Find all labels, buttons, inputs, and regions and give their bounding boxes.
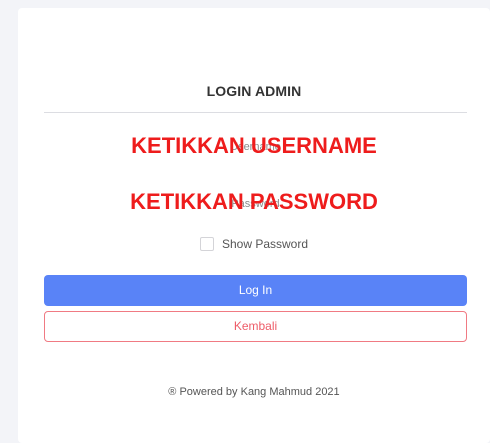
password-field-wrapper	[44, 190, 467, 218]
show-password-checkbox[interactable]	[199, 237, 214, 251]
username-input[interactable]	[44, 133, 467, 161]
show-password-label[interactable]: Show Password	[222, 237, 308, 251]
password-input[interactable]	[44, 190, 467, 218]
login-button[interactable]: Log In	[44, 275, 467, 306]
show-password-row: Show Password	[18, 237, 490, 251]
footer-credit: ® Powered by Kang Mahmud 2021	[168, 386, 340, 398]
page-title: LOGIN ADMIN	[206, 83, 302, 99]
back-button[interactable]: Kembali	[44, 311, 467, 342]
username-field-wrapper	[44, 133, 467, 161]
title-divider	[44, 112, 467, 113]
login-card: LOGIN ADMIN KETIKKAN USERNAME KETIKKAN P…	[18, 8, 490, 443]
